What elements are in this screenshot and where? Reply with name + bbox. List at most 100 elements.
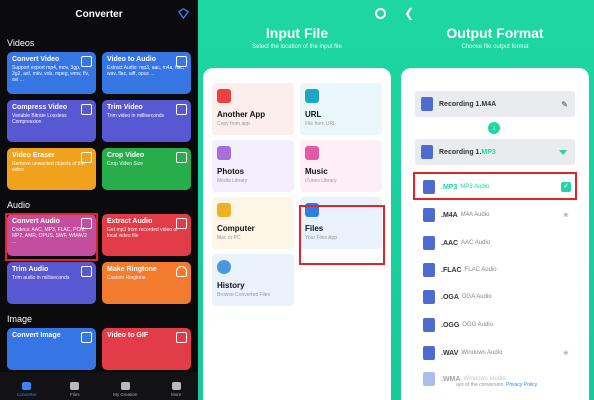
target-file-row[interactable]: Recording 1. MP3 xyxy=(415,139,575,165)
tab-label: My Creation xyxy=(113,392,138,397)
section-audio: Audio xyxy=(7,200,31,210)
grid-icon xyxy=(171,382,181,390)
card-trim-video[interactable]: Trim Video Trim video in milliseconds xyxy=(102,100,191,142)
format-m4a[interactable]: .M4A M4A Audio ★ xyxy=(423,208,571,222)
format-flac[interactable]: .FLAC FLAC Audio xyxy=(423,263,571,277)
star-icon: ★ xyxy=(562,350,569,357)
card-description: Remove unwanted objects of the video xyxy=(12,161,85,173)
crop-icon xyxy=(176,152,187,163)
output-format-screen: ❮ Output Format Choose file output forma… xyxy=(396,0,594,400)
m4a-file-icon xyxy=(421,97,433,111)
format-ogg[interactable]: .OGG OGG Audio xyxy=(423,318,571,332)
tab-converter[interactable]: Converter xyxy=(17,382,37,397)
card-title: Convert Image xyxy=(12,332,61,339)
back-chevron-icon[interactable]: ❮ xyxy=(404,6,414,20)
clock-icon xyxy=(217,260,231,274)
format-aac[interactable]: .AAC AAC Audio xyxy=(423,236,571,250)
file-icon xyxy=(423,208,435,222)
card-video-to-gif[interactable]: Video to GIF xyxy=(102,328,191,370)
file-icon xyxy=(423,263,435,277)
source-url[interactable]: URL File from URL xyxy=(300,83,382,135)
card-video-to-audio[interactable]: Video to Audio Extract Audio: mp3, aac, m… xyxy=(102,52,191,94)
card-title: Video to Audio xyxy=(107,56,156,63)
source-music[interactable]: Music iTunes Library xyxy=(300,140,382,192)
card-title: Another App xyxy=(217,110,266,119)
format-oga[interactable]: .OGA OGA Audio xyxy=(423,290,571,304)
tab-label: Files xyxy=(70,392,80,397)
file-icon xyxy=(423,290,435,304)
card-trim-audio[interactable]: Trim Audio Trim audio in milliseconds xyxy=(7,262,96,304)
extract-icon xyxy=(176,218,187,229)
card-title: Video Eraser xyxy=(12,152,55,159)
card-description: Media Library xyxy=(217,178,248,184)
card-convert-image[interactable]: Convert Image xyxy=(7,328,96,370)
format-label: .WAV xyxy=(441,349,459,357)
card-extract-audio[interactable]: Extract Audio Get mp3 from recorded video… xyxy=(102,214,191,256)
folder-icon xyxy=(70,382,80,390)
converter-screen: Converter Videos Convert Video Support ex… xyxy=(0,0,198,400)
tab-more[interactable]: More xyxy=(171,382,181,397)
card-description: Variable Bitrate Lossless Compression xyxy=(12,113,67,125)
card-description: iTunes Library xyxy=(305,178,337,184)
privacy-footer: ays of the conversion. Privacy Policy xyxy=(456,382,538,388)
source-another-app[interactable]: Another App Copy from app xyxy=(212,83,294,135)
card-description: Get mp3 from recorded video or local vid… xyxy=(107,227,178,239)
apps-icon xyxy=(217,89,231,103)
pro-icon[interactable] xyxy=(177,7,190,20)
pencil-icon[interactable]: ✎ xyxy=(561,100,568,109)
card-convert-video[interactable]: Convert Video Support export mp4, mov, 3g… xyxy=(7,52,96,94)
privacy-policy-link[interactable]: Privacy Policy xyxy=(506,382,537,388)
card-title: Video to GIF xyxy=(107,332,149,339)
file-icon xyxy=(423,236,435,250)
card-title: Music xyxy=(305,167,328,176)
photo-icon xyxy=(217,146,231,160)
source-photos[interactable]: Photos Media Library xyxy=(212,140,294,192)
file-icon xyxy=(423,346,435,360)
card-description: Trim audio in milliseconds xyxy=(12,275,70,281)
card-video-eraser[interactable]: Video Eraser Remove unwanted objects of t… xyxy=(7,148,96,190)
card-description: Browse Converted Files xyxy=(217,292,271,298)
tab-label: More xyxy=(170,392,182,397)
format-label: M4A Audio xyxy=(460,212,490,218)
input-file-subtitle: Select the location of the input file xyxy=(252,44,342,50)
card-description: Custom Ringtone xyxy=(107,275,146,281)
source-computer[interactable]: Computer Mac or PC xyxy=(212,197,294,249)
output-format-subtitle: Choose file output format xyxy=(461,44,529,50)
source-history[interactable]: History Browse Converted Files xyxy=(212,254,294,306)
tab-bar: Converter Files My Creation More xyxy=(0,372,198,400)
caret-down-icon[interactable] xyxy=(559,149,567,155)
star-icon: ★ xyxy=(562,212,569,219)
card-title: Compress Video xyxy=(12,104,68,111)
card-compress-video[interactable]: Compress Video Variable Bitrate Lossless … xyxy=(7,100,96,142)
card-description: Trim video in milliseconds xyxy=(107,113,165,119)
format-label: OGG Audio xyxy=(462,322,493,328)
format-label: .M4A xyxy=(441,211,458,219)
compress-icon xyxy=(81,104,92,115)
highlight-files xyxy=(299,205,385,265)
format-label: .AAC xyxy=(441,239,459,247)
card-description: Extract Audio: mp3, aac, m4a, flac, wav,… xyxy=(107,65,185,77)
music-note-icon xyxy=(305,146,319,160)
card-title: Trim Audio xyxy=(12,266,49,273)
waveform-icon xyxy=(81,266,92,277)
card-title: Make Ringtone xyxy=(107,266,157,273)
highlight-convert-audio xyxy=(5,213,98,261)
image-icon xyxy=(81,332,92,343)
card-title: URL xyxy=(305,110,322,119)
tab-my-creation[interactable]: My Creation xyxy=(113,382,137,397)
format-label: .FLAC xyxy=(441,266,462,274)
tab-files[interactable]: Files xyxy=(70,382,80,397)
card-title: Extract Audio xyxy=(107,218,153,225)
converter-header: Converter xyxy=(0,0,198,28)
gear-icon[interactable] xyxy=(375,8,386,19)
format-wav[interactable]: .WAV Windows Audio ★ xyxy=(423,346,571,360)
card-make-ringtone[interactable]: Make Ringtone Custom Ringtone xyxy=(102,262,191,304)
section-image: Image xyxy=(7,314,33,324)
converter-title: Converter xyxy=(75,8,123,20)
card-title: Photos xyxy=(217,167,245,176)
arrow-down-icon: ↓ xyxy=(488,122,500,134)
input-file-screen: Input File Select the location of the in… xyxy=(198,0,396,400)
card-crop-video[interactable]: Crop Video Crop Video Size xyxy=(102,148,191,190)
section-videos: Videos xyxy=(7,38,35,48)
file-icon xyxy=(423,372,435,386)
